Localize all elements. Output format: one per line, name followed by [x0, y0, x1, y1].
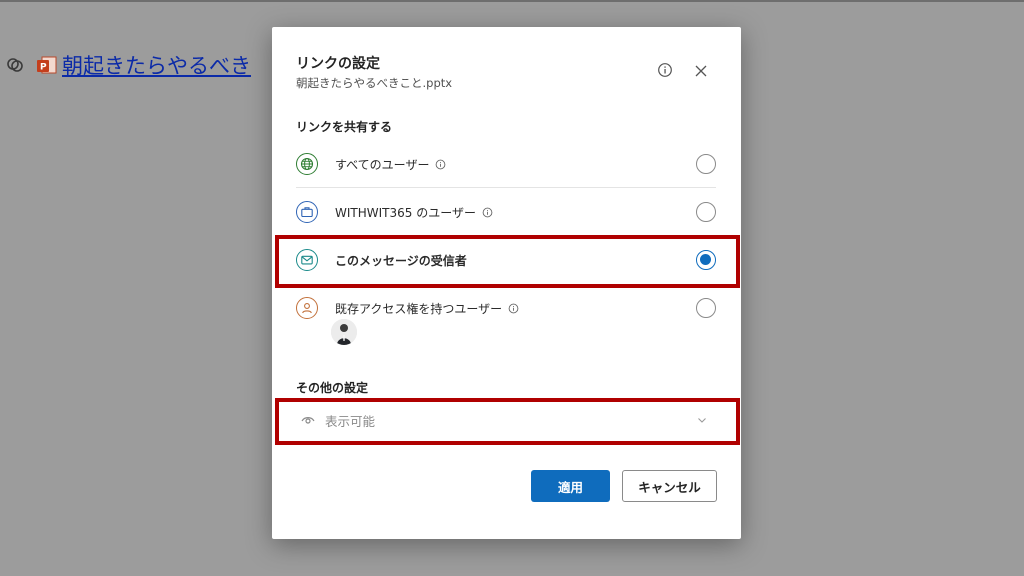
- apply-button[interactable]: 適用: [531, 470, 610, 502]
- svg-text:P: P: [40, 63, 47, 73]
- screen: P 朝起きたらやるべき リンクの設定 朝起きたらやるべきこと.pptx リンクを…: [0, 0, 1024, 576]
- dialog-title: リンクの設定: [296, 56, 380, 72]
- person-icon: [296, 297, 318, 319]
- radio-org-users[interactable]: [696, 202, 716, 222]
- radio-all-users[interactable]: [696, 154, 716, 174]
- option-label-text: すべてのユーザー: [335, 157, 430, 172]
- link-settings-dialog: リンクの設定 朝起きたらやるべきこと.pptx リンクを共有する すべてのユーザ…: [272, 27, 741, 539]
- dialog-file-name: 朝起きたらやるべきこと.pptx: [296, 76, 453, 90]
- radio-existing-access[interactable]: [696, 298, 716, 318]
- option-all-users-label: すべてのユーザー: [335, 156, 446, 173]
- share-section-label: リンクを共有する: [296, 120, 393, 134]
- eye-icon: [301, 417, 315, 424]
- info-icon[interactable]: [435, 159, 446, 170]
- chevron-down-icon: [698, 418, 706, 423]
- cancel-button[interactable]: キャンセル: [622, 470, 717, 502]
- info-icon[interactable]: [482, 207, 493, 218]
- option-org-users-label: WITHWIT365 のユーザー: [335, 204, 493, 221]
- other-settings-label: その他の設定: [296, 381, 369, 395]
- option-label-text: 既存アクセス権を持つユーザー: [335, 301, 503, 316]
- option-label-text: WITHWIT365 のユーザー: [335, 205, 476, 220]
- mail-icon: [296, 249, 318, 271]
- powerpoint-file-icon: P: [36, 54, 58, 76]
- option-message-recipients-label: このメッセージの受信者: [335, 253, 467, 268]
- radio-message-recipients[interactable]: [696, 250, 716, 270]
- background-attachment-row: P 朝起きたらやるべき: [0, 48, 251, 82]
- option-all-users[interactable]: すべてのユーザー: [296, 141, 716, 187]
- window-top-border: [0, 0, 1024, 2]
- info-icon[interactable]: [657, 62, 673, 78]
- attachment-link[interactable]: 朝起きたらやるべき: [62, 50, 251, 80]
- permission-dropdown[interactable]: 表示可能: [296, 406, 716, 434]
- avatar: [331, 319, 357, 345]
- option-message-recipients[interactable]: このメッセージの受信者: [296, 237, 716, 283]
- close-icon[interactable]: [694, 63, 708, 77]
- divider: [296, 187, 716, 188]
- option-org-users[interactable]: WITHWIT365 のユーザー: [296, 189, 716, 235]
- briefcase-icon: [296, 201, 318, 223]
- loop-icon[interactable]: [2, 52, 28, 78]
- globe-icon: [296, 153, 318, 175]
- permission-value: 表示可能: [325, 413, 376, 429]
- option-existing-access[interactable]: 既存アクセス権を持つユーザー: [296, 285, 716, 331]
- info-icon[interactable]: [508, 303, 519, 314]
- option-existing-access-label: 既存アクセス権を持つユーザー: [335, 300, 519, 317]
